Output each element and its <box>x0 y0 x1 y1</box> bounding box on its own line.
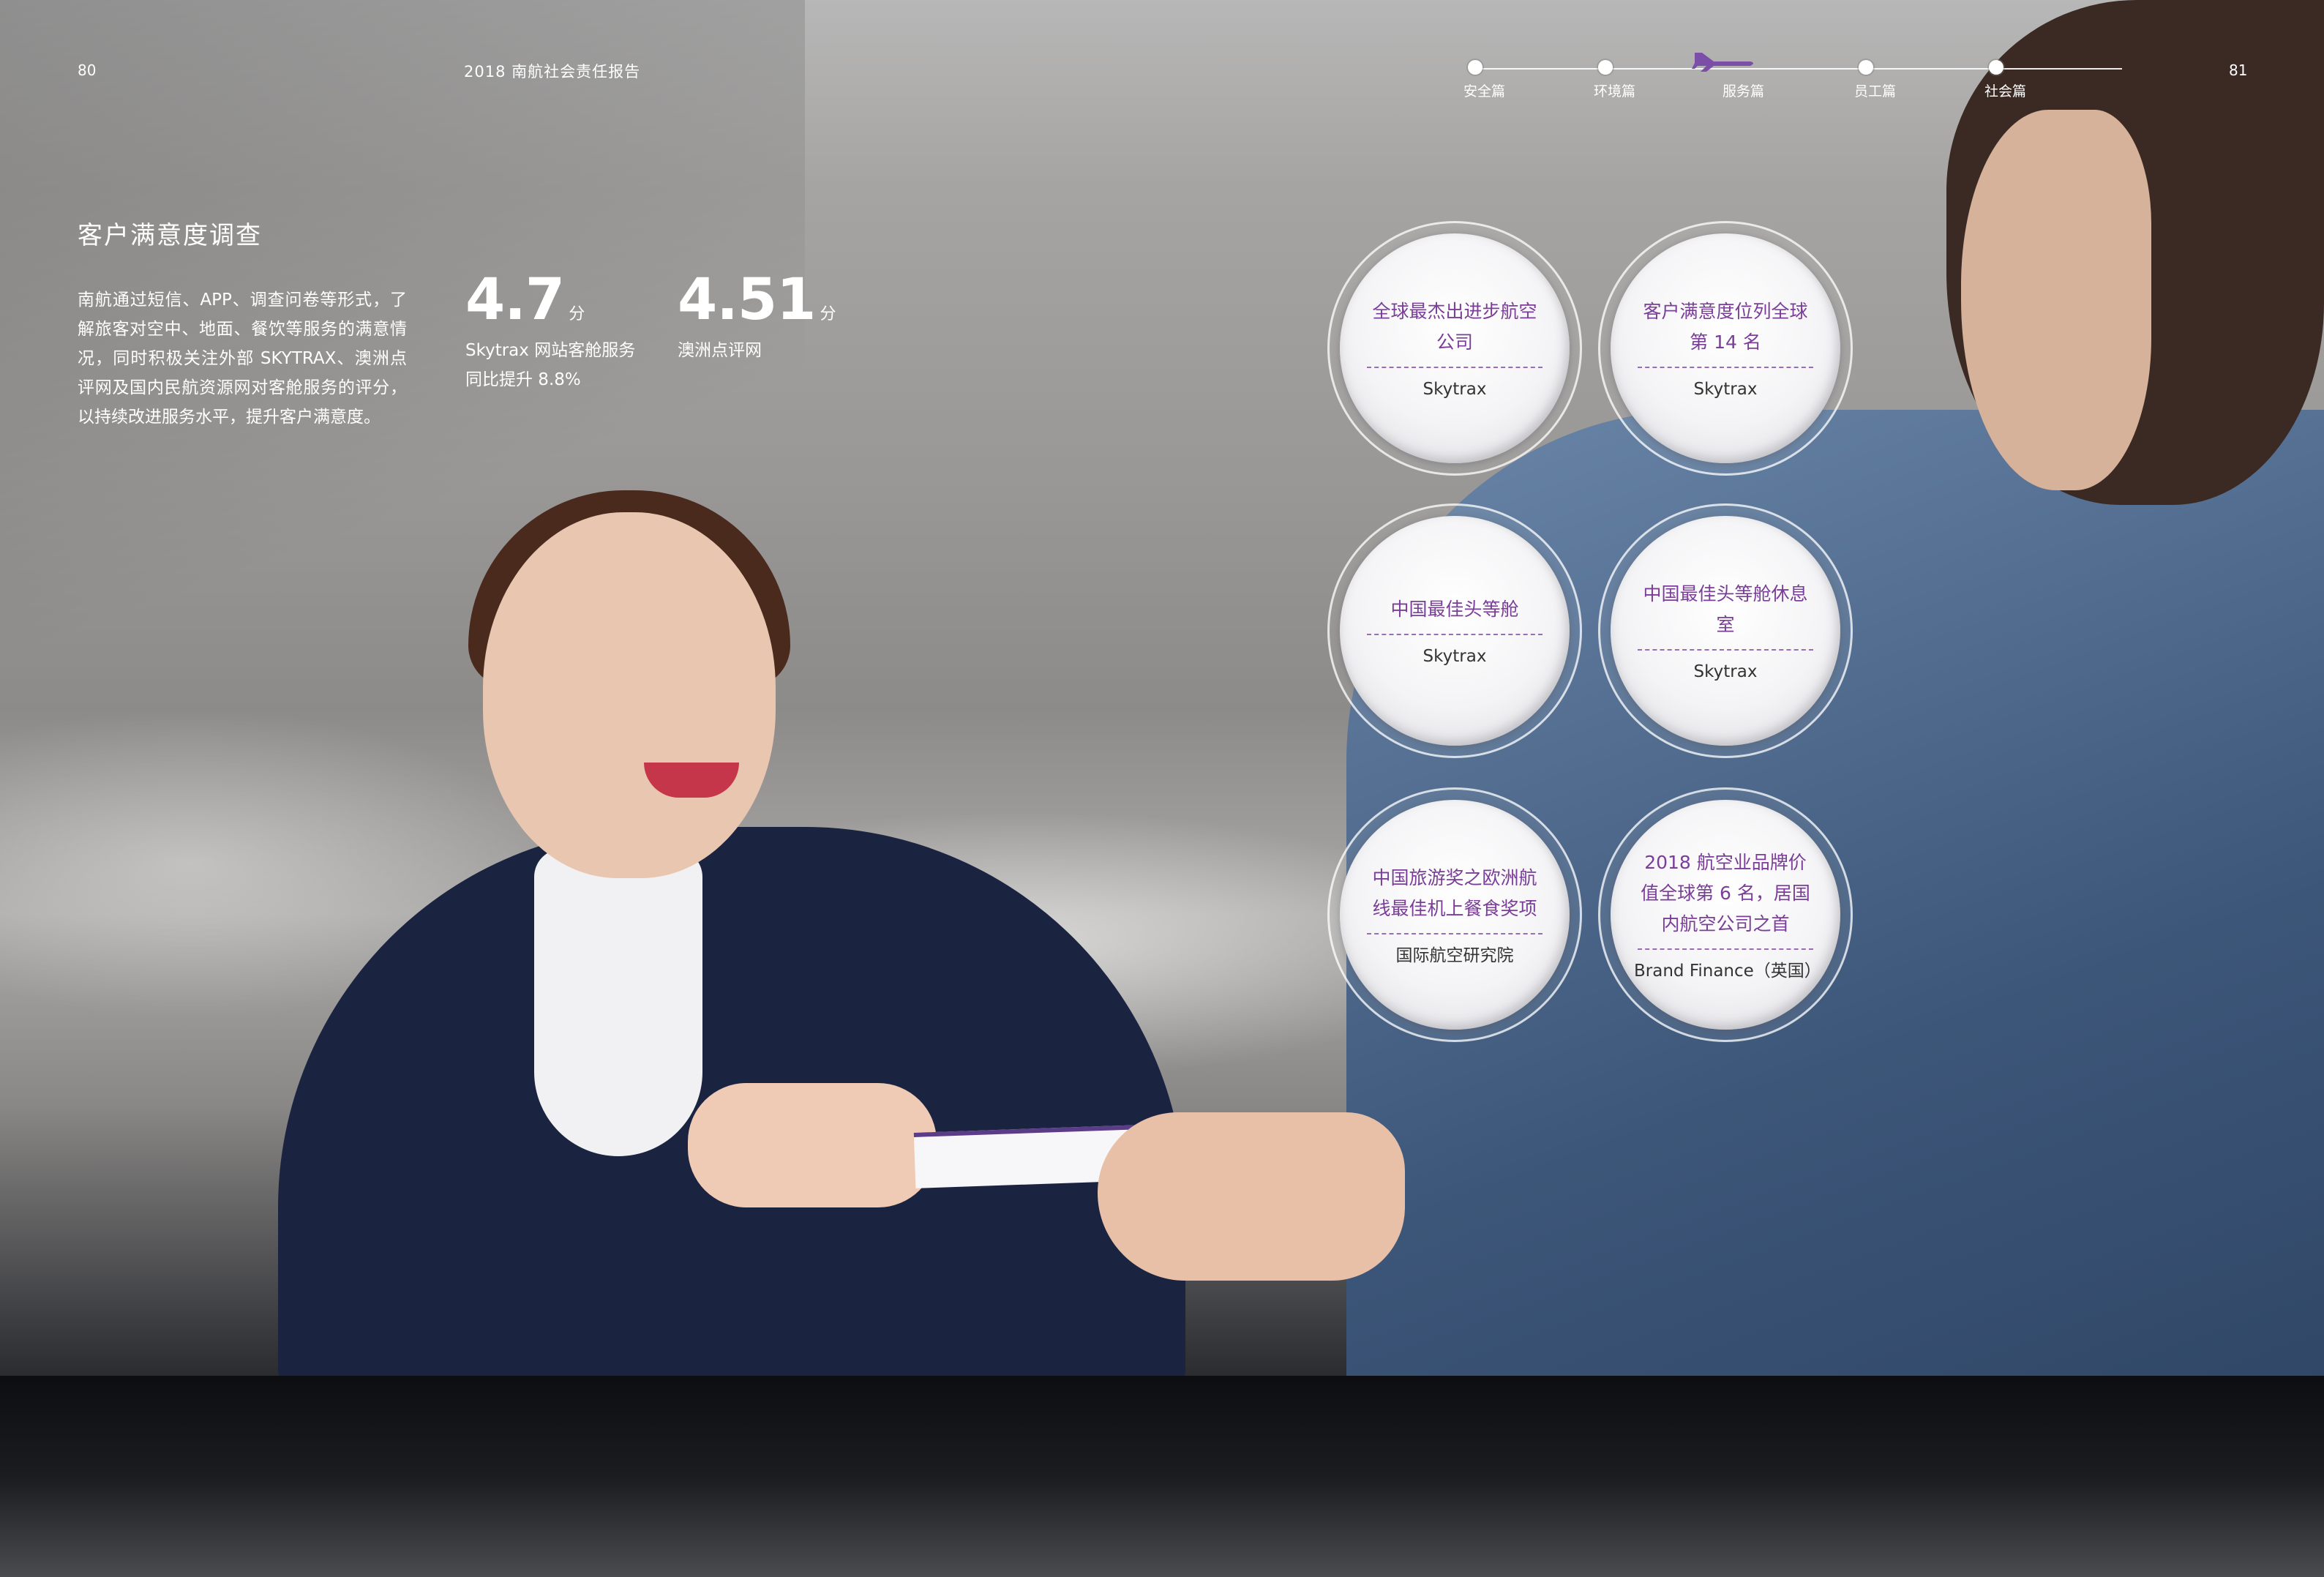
report-title: 2018 南航社会责任报告 <box>464 63 641 80</box>
service-counter <box>0 1376 2324 1577</box>
award-name: 客户满意度位列全球第 14 名 <box>1638 296 1813 368</box>
page-number-left: 80 <box>78 61 97 79</box>
stat-label: 澳洲点评网 <box>678 341 762 360</box>
nav-dot-icon <box>1989 60 2003 75</box>
airplane-icon <box>1692 53 1753 72</box>
award-name: 全球最杰出进步航空公司 <box>1367 296 1543 368</box>
stat-value: 4.51 <box>678 267 816 333</box>
award-badge: 客户满意度位列全球第 14 名 Skytrax <box>1598 221 1853 476</box>
award-name: 中国最佳头等舱 <box>1367 594 1543 635</box>
award-name: 中国旅游奖之欧洲航线最佳机上餐食奖项 <box>1367 863 1543 934</box>
award-badge: 中国旅游奖之欧洲航线最佳机上餐食奖项 国际航空研究院 <box>1327 787 1582 1042</box>
attendant-hand <box>688 1083 937 1207</box>
nav-label: 安全篇 <box>1463 83 1506 100</box>
passenger-hand <box>1098 1112 1405 1281</box>
award-inner: 2018 航空业品牌价值全球第 6 名，居国内航空公司之首 Brand Fina… <box>1611 800 1840 1030</box>
section-body: 南航通过短信、APP、调查问卷等形式，了解旅客对空中、地面、餐饮等服务的满意情况… <box>78 291 407 427</box>
nav-label: 社会篇 <box>1984 83 2027 100</box>
award-source: 国际航空研究院 <box>1395 946 1514 965</box>
nav-label-active: 服务篇 <box>1723 83 1765 100</box>
stat-aus-review: 4.51 分 澳洲点评网 <box>678 267 836 365</box>
nav-dot-icon <box>1468 60 1483 75</box>
award-badge: 中国最佳头等舱休息室 Skytrax <box>1598 503 1853 758</box>
award-inner: 客户满意度位列全球第 14 名 Skytrax <box>1611 233 1840 463</box>
award-badge: 2018 航空业品牌价值全球第 6 名，居国内航空公司之首 Brand Fina… <box>1598 787 1853 1042</box>
page-number-right: 81 <box>2229 61 2248 79</box>
nav-dot-icon <box>1859 60 1873 75</box>
nav-dot-icon <box>1598 60 1613 75</box>
award-source: Brand Finance（英国） <box>1634 962 1821 981</box>
award-name: 2018 航空业品牌价值全球第 6 名，居国内航空公司之首 <box>1638 847 1813 950</box>
stat-unit: 分 <box>569 305 585 323</box>
award-source: Skytrax <box>1693 380 1758 399</box>
passenger-face <box>1961 110 2151 490</box>
award-inner: 全球最杰出进步航空公司 Skytrax <box>1340 233 1570 463</box>
nav-label: 员工篇 <box>1854 83 1897 100</box>
award-source: Skytrax <box>1422 647 1487 666</box>
nav-label: 环境篇 <box>1594 83 1636 100</box>
attendant-face <box>483 512 776 878</box>
attendant-collar <box>534 849 702 1156</box>
award-inner: 中国最佳头等舱休息室 Skytrax <box>1611 516 1840 746</box>
award-source: Skytrax <box>1693 662 1758 681</box>
stat-unit: 分 <box>820 305 836 323</box>
award-badge: 全球最杰出进步航空公司 Skytrax <box>1327 221 1582 476</box>
chapter-nav-line <box>1475 68 2122 70</box>
award-name: 中国最佳头等舱休息室 <box>1638 579 1813 651</box>
award-badge: 中国最佳头等舱 Skytrax <box>1327 503 1582 758</box>
award-inner: 中国最佳头等舱 Skytrax <box>1340 516 1570 746</box>
stat-value: 4.7 <box>465 267 565 333</box>
award-inner: 中国旅游奖之欧洲航线最佳机上餐食奖项 国际航空研究院 <box>1340 800 1570 1030</box>
section-title: 客户满意度调查 <box>78 221 262 250</box>
stat-label: Skytrax 网站客舱服务 <box>465 341 636 360</box>
stat-skytrax: 4.7 分 Skytrax 网站客舱服务 同比提升 8.8% <box>465 267 635 394</box>
award-source: Skytrax <box>1422 380 1487 399</box>
stat-label-2: 同比提升 8.8% <box>465 370 581 389</box>
